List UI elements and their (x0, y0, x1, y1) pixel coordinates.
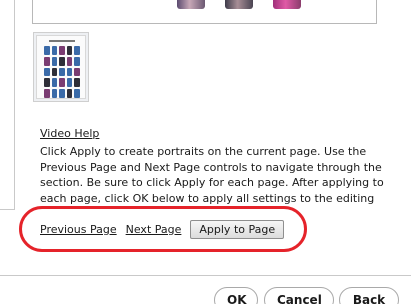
thumbnail-page (36, 35, 86, 99)
dialog-left-edge (0, 0, 15, 210)
page-thumbnail[interactable] (33, 32, 89, 102)
previous-page-link[interactable]: Previous Page (40, 223, 117, 236)
instructions-text: Click Apply to create portraits on the c… (40, 145, 384, 212)
portrait-photo (177, 0, 205, 9)
cancel-button[interactable]: Cancel (264, 287, 334, 304)
portrait-photo (225, 0, 253, 9)
apply-to-page-button[interactable]: Apply to Page (190, 219, 285, 239)
page-preview-frame (32, 0, 377, 24)
page-navigation-row: Previous Page Next Page Apply to Page (40, 219, 285, 239)
thumbnail-portrait-grid (44, 46, 80, 98)
ok-button[interactable]: OK (214, 287, 258, 304)
video-help-link[interactable]: Video Help (40, 127, 99, 140)
portrait-photo (273, 0, 301, 9)
next-page-link[interactable]: Next Page (126, 223, 182, 236)
back-button[interactable]: Back (339, 287, 399, 304)
thumbnail-header-line (49, 40, 75, 42)
footer-divider (0, 275, 411, 276)
